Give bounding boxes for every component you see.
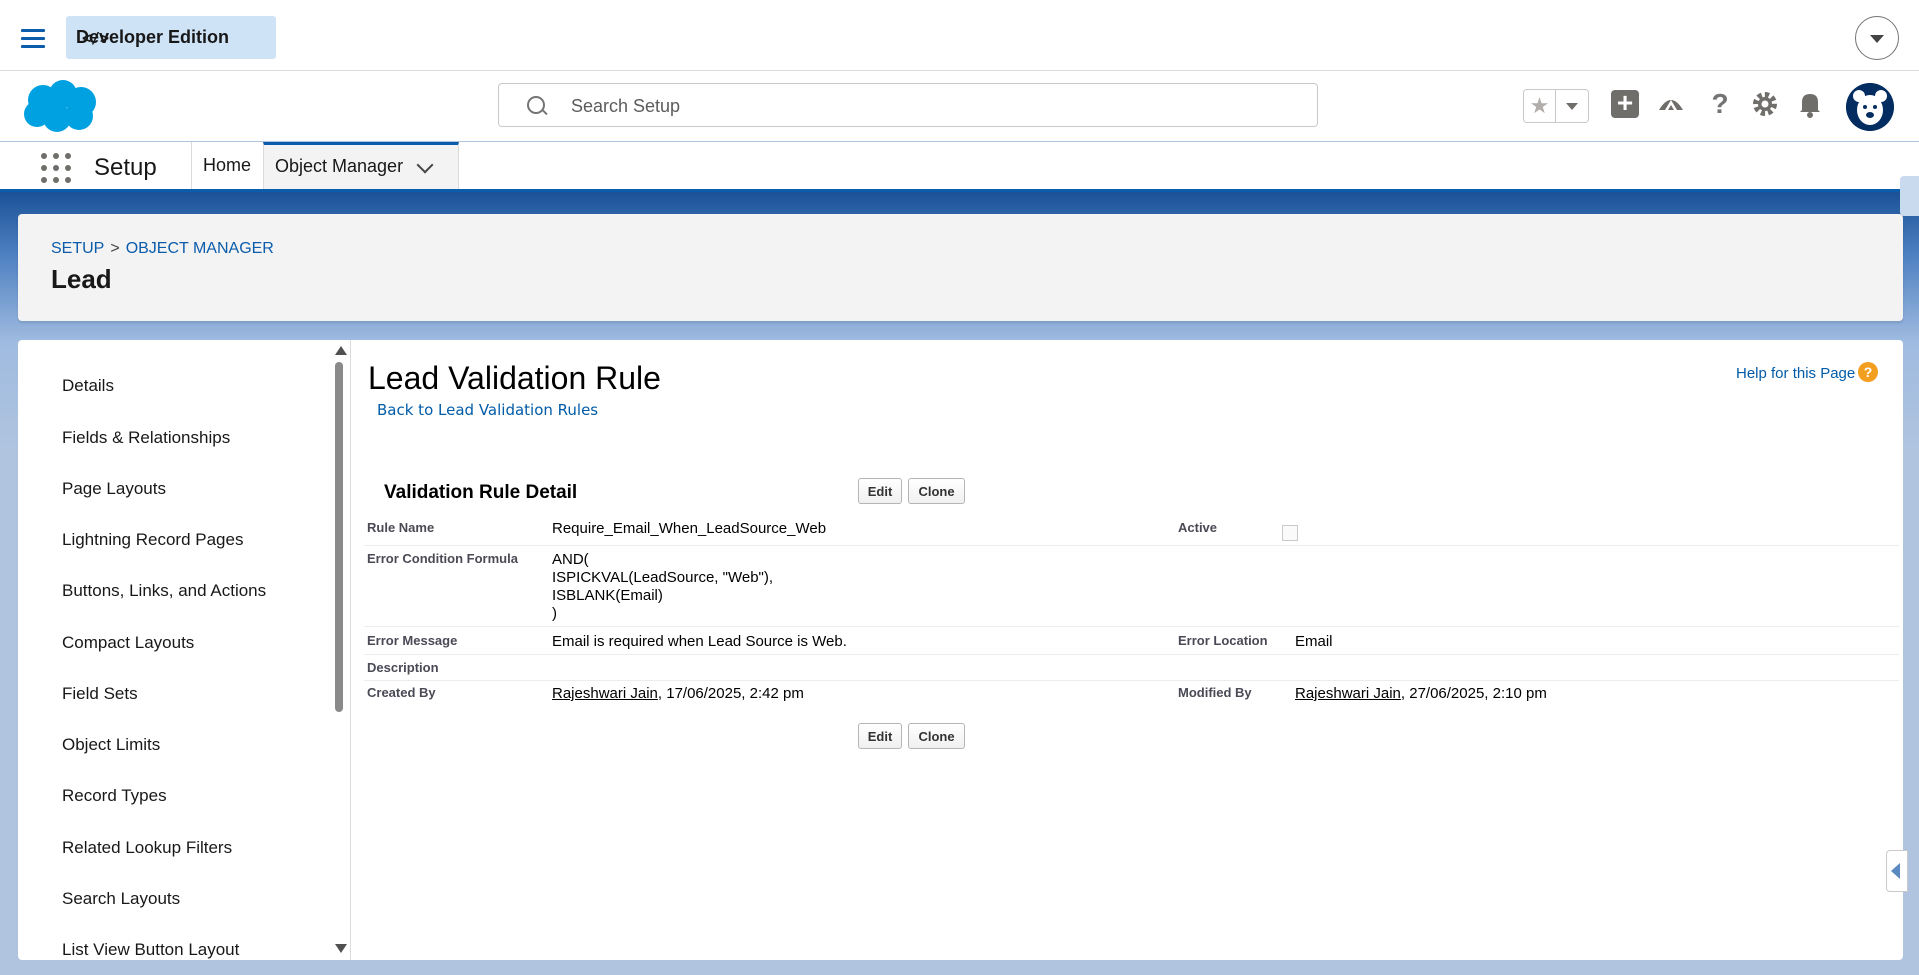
breadcrumb-separator: > — [110, 240, 120, 257]
search-placeholder: Search Setup — [571, 96, 681, 116]
tab-object-manager-label: Object Manager — [275, 156, 404, 176]
chevron-down-icon[interactable] — [416, 156, 434, 174]
favorites-dropdown-icon[interactable] — [1556, 90, 1588, 122]
page-title: Lead — [51, 264, 112, 294]
developer-edition-label: Developer Edition — [76, 27, 230, 47]
edit-button-bottom[interactable]: Edit — [858, 723, 902, 749]
sidebar-item-buttons-links-actions[interactable]: Buttons, Links, and Actions — [62, 581, 266, 601]
sidebar-item-list-view-button-layout[interactable]: List View Button Layout — [62, 940, 239, 960]
sidebar-item-object-limits[interactable]: Object Limits — [62, 735, 160, 755]
formula-line: ISPICKVAL(LeadSource, "Web"), — [552, 569, 774, 586]
created-by-value: Rajeshwari Jain, 17/06/2025, 2:42 pm — [552, 685, 804, 702]
breadcrumb: SETUP > OBJECT MANAGER — [51, 240, 274, 258]
sidebar-item-record-types[interactable]: Record Types — [62, 786, 167, 806]
back-to-validation-rules-link[interactable]: Back to Lead Validation Rules — [377, 401, 598, 419]
salesforce-logo[interactable] — [21, 78, 101, 134]
error-condition-formula-label: Error Condition Formula — [367, 551, 518, 566]
formula-line: ) — [552, 605, 557, 622]
active-checkbox — [1282, 525, 1298, 541]
help-question-icon[interactable]: ? — [1704, 88, 1736, 120]
star-icon[interactable]: ★ — [1524, 90, 1556, 122]
collapse-panel-toggle[interactable] — [1886, 850, 1908, 892]
modified-by-label: Modified By — [1178, 685, 1252, 700]
developer-edition-badge[interactable]: </> Developer Edition — [66, 16, 276, 59]
row-divider — [364, 626, 1899, 627]
description-label: Description — [367, 660, 439, 675]
sidebar-scrollbar[interactable] — [332, 340, 347, 960]
tab-home[interactable]: Home — [192, 142, 262, 189]
search-input[interactable]: Search Setup — [498, 83, 1318, 127]
row-divider — [364, 545, 1899, 546]
formula-value: AND( ISPICKVAL(LeadSource, "Web"), ISBLA… — [552, 551, 773, 623]
created-by-date: , 17/06/2025, 2:42 pm — [657, 685, 804, 702]
error-location-value: Email — [1295, 633, 1333, 650]
avatar[interactable] — [1846, 83, 1894, 131]
scrollbar-thumb[interactable] — [335, 362, 343, 712]
created-by-user-link[interactable]: Rajeshwari Jain — [552, 685, 658, 702]
formula-line: ISBLANK(Email) — [552, 587, 663, 604]
sidebar-item-related-lookup-filters[interactable]: Related Lookup Filters — [62, 838, 232, 858]
tab-object-manager[interactable]: Object Manager — [263, 142, 459, 189]
modified-by-user-link[interactable]: Rajeshwari Jain — [1295, 685, 1401, 702]
clone-button-bottom[interactable]: Clone — [908, 723, 965, 749]
object-page-header: SETUP > OBJECT MANAGER Lead — [18, 214, 1903, 321]
sidebar-item-lightning-record-pages[interactable]: Lightning Record Pages — [62, 530, 243, 550]
help-for-page-link[interactable]: Help for this Page — [1736, 365, 1855, 382]
sidebar-item-search-layouts[interactable]: Search Layouts — [62, 889, 180, 909]
favorites-control[interactable]: ★ — [1523, 89, 1589, 123]
scroll-up-arrow-icon[interactable] — [335, 346, 347, 355]
help-icon[interactable]: ? — [1858, 362, 1878, 382]
scroll-down-arrow-icon[interactable] — [335, 944, 347, 953]
error-message-value: Email is required when Lead Source is We… — [552, 633, 847, 650]
validation-rule-content: Lead Validation Rule Back to Lead Valida… — [351, 340, 1903, 960]
developer-edition-bar: </> Developer Edition — [0, 6, 1919, 71]
modified-by-value: Rajeshwari Jain, 27/06/2025, 2:10 pm — [1295, 685, 1547, 702]
clone-button-top[interactable]: Clone — [908, 478, 965, 504]
breadcrumb-setup[interactable]: SETUP — [51, 240, 104, 257]
sidebar-item-field-sets[interactable]: Field Sets — [62, 684, 138, 704]
bell-icon[interactable] — [1794, 88, 1826, 120]
content-title: Lead Validation Rule — [368, 360, 661, 396]
modified-by-date: , 27/06/2025, 2:10 pm — [1400, 685, 1547, 702]
rule-name-label: Rule Name — [367, 520, 435, 535]
sidebar-item-compact-layouts[interactable]: Compact Layouts — [62, 633, 194, 653]
row-divider — [364, 654, 1899, 655]
detail-section-title: Validation Rule Detail — [384, 482, 578, 503]
formula-line: AND( — [552, 551, 589, 568]
edit-button-top[interactable]: Edit — [858, 478, 902, 504]
sidebar-item-details[interactable]: Details — [62, 376, 114, 396]
global-actions-plus-icon[interactable]: + — [1609, 88, 1641, 120]
sidebar-item-page-layouts[interactable]: Page Layouts — [62, 479, 166, 499]
created-by-label: Created By — [367, 685, 436, 700]
app-title: Setup — [94, 154, 157, 181]
rule-name-value: Require_Email_When_LeadSource_Web — [552, 520, 827, 537]
utility-edge-tab[interactable] — [1900, 176, 1919, 216]
search-icon — [527, 96, 545, 114]
active-label: Active — [1178, 520, 1218, 535]
app-navigation: Setup Home Object Manager — [0, 142, 1919, 192]
main-panel: Details Fields & Relationships Page Layo… — [18, 340, 1908, 960]
chevron-down-menu-button[interactable] — [1855, 16, 1899, 60]
sidebar-item-fields-relationships[interactable]: Fields & Relationships — [62, 428, 230, 448]
error-location-label: Error Location — [1178, 633, 1268, 648]
row-divider — [364, 680, 1899, 681]
app-launcher-icon[interactable] — [41, 153, 71, 183]
hamburger-menu-icon[interactable] — [21, 29, 45, 49]
trailhead-icon[interactable] — [1655, 88, 1687, 120]
object-sidebar: Details Fields & Relationships Page Layo… — [18, 340, 350, 960]
breadcrumb-object-manager[interactable]: OBJECT MANAGER — [126, 240, 274, 257]
gear-icon[interactable] — [1749, 88, 1781, 120]
global-header: Search Setup ★ + ? — [0, 71, 1919, 141]
error-message-label: Error Message — [367, 633, 458, 648]
